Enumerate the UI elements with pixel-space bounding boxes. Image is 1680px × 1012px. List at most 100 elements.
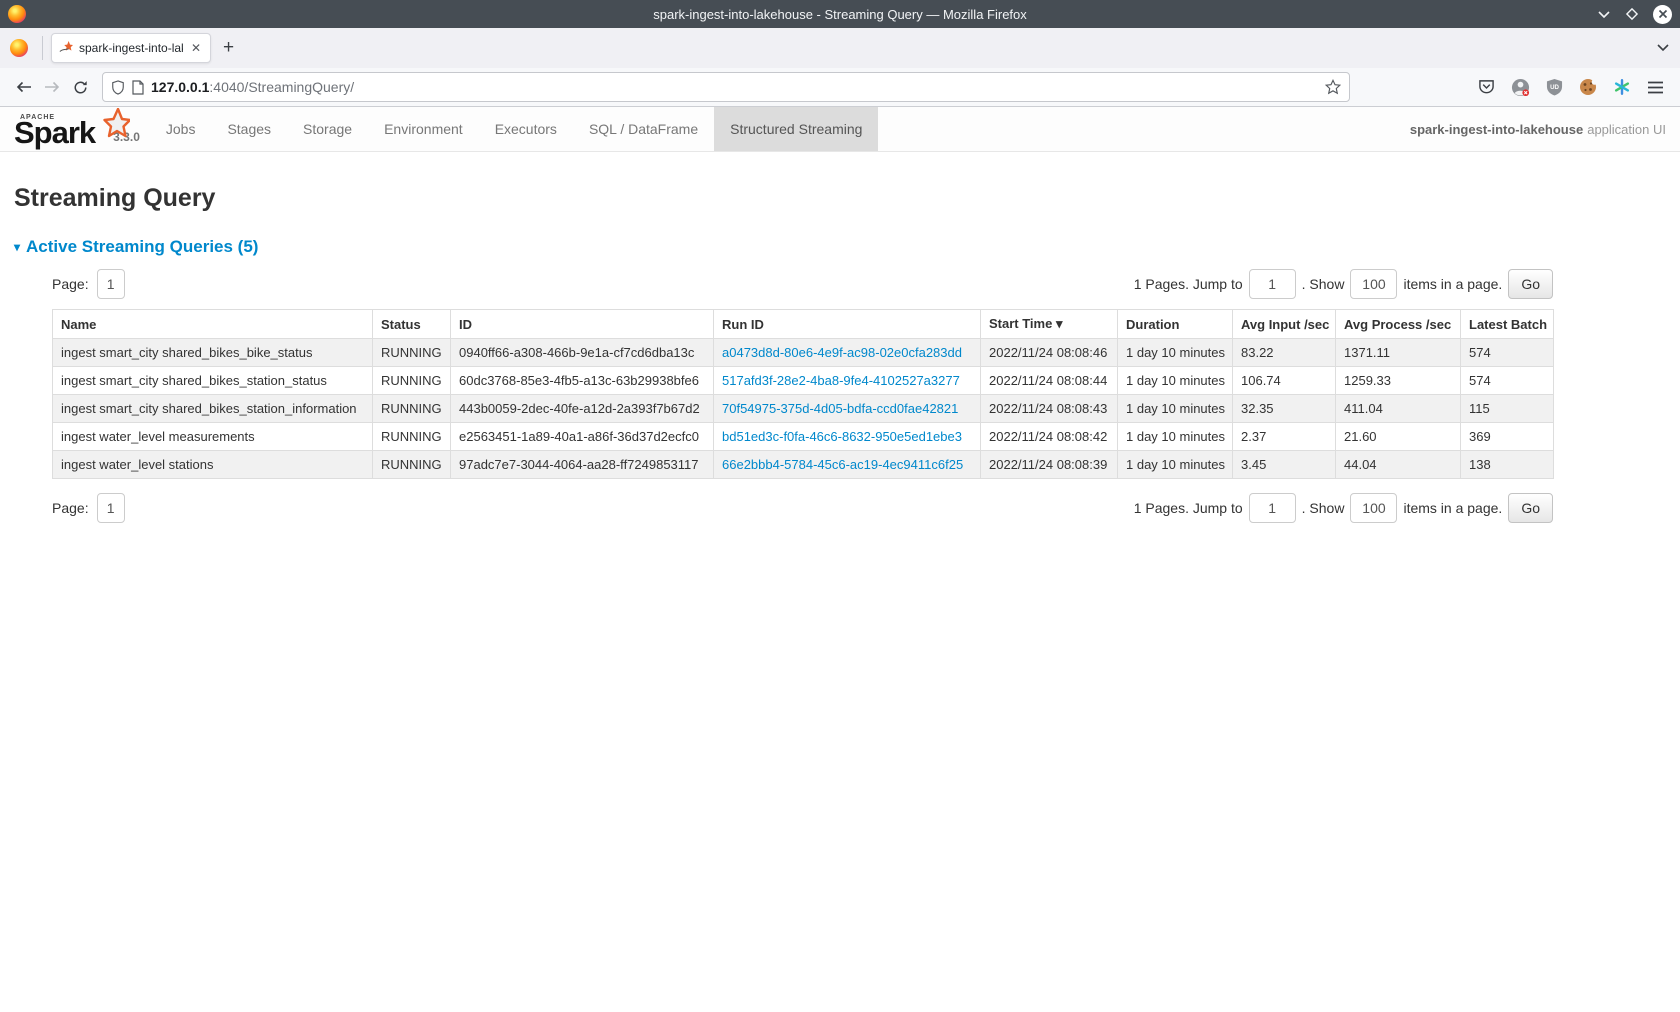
cell-start-time: 2022/11/24 08:08:42 xyxy=(981,423,1118,451)
column-header-status[interactable]: Status xyxy=(373,310,451,339)
tab-title: spark-ingest-into-lakehous xyxy=(79,41,183,55)
list-tabs-icon[interactable] xyxy=(1656,39,1670,57)
bookmark-star-icon[interactable] xyxy=(1325,79,1341,95)
browser-toolbar: 127.0.0.1:4040/StreamingQuery/ UD xyxy=(0,68,1680,107)
jump-to-input[interactable] xyxy=(1249,269,1296,299)
column-header-id[interactable]: ID xyxy=(451,310,714,339)
cell-avg-process: 1371.11 xyxy=(1336,339,1461,367)
cell-run-id: 70f54975-375d-4d05-bdfa-ccd0fae42821 xyxy=(714,395,981,423)
spark-tab-structured-streaming[interactable]: Structured Streaming xyxy=(714,107,878,151)
streaming-query-table: NameStatusIDRun IDStart Time ▾DurationAv… xyxy=(52,309,1554,479)
forward-icon[interactable] xyxy=(38,73,66,101)
cell-avg-process: 21.60 xyxy=(1336,423,1461,451)
column-header-latest-batch[interactable]: Latest Batch xyxy=(1461,310,1554,339)
tab-close-icon[interactable]: ✕ xyxy=(189,41,203,55)
cell-id: 443b0059-2dec-40fe-a12d-2a393f7b67d2 xyxy=(451,395,714,423)
page-number-input[interactable] xyxy=(97,269,125,299)
new-tab-button[interactable]: + xyxy=(223,37,234,59)
cell-avg-input: 32.35 xyxy=(1233,395,1336,423)
table-row: ingest smart_city shared_bikes_bike_stat… xyxy=(53,339,1554,367)
cell-duration: 1 day 10 minutes xyxy=(1118,367,1233,395)
page-size-input[interactable] xyxy=(1350,269,1397,299)
cell-start-time: 2022/11/24 08:08:44 xyxy=(981,367,1118,395)
cell-run-id: a0473d8d-80e6-4e9f-ac98-02e0cfa283dd xyxy=(714,339,981,367)
spark-tab-jobs[interactable]: Jobs xyxy=(150,107,212,151)
asterisk-extension-icon[interactable] xyxy=(1613,78,1631,96)
spark-wordmark: Spark xyxy=(14,119,95,147)
minimize-button[interactable] xyxy=(1597,9,1611,19)
spark-star-icon xyxy=(96,108,130,142)
reload-icon[interactable] xyxy=(66,73,94,101)
go-button[interactable]: Go xyxy=(1508,493,1553,523)
table-row: ingest water_level stationsRUNNING97adc7… xyxy=(53,451,1554,479)
cell-name: ingest water_level measurements xyxy=(53,423,373,451)
browser-tab-active[interactable]: spark-ingest-into-lakehous ✕ xyxy=(51,33,211,63)
cell-avg-input: 106.74 xyxy=(1233,367,1336,395)
table-header-row: NameStatusIDRun IDStart Time ▾DurationAv… xyxy=(53,310,1554,339)
cell-start-time: 2022/11/24 08:08:43 xyxy=(981,395,1118,423)
column-header-name[interactable]: Name xyxy=(53,310,373,339)
spark-tab-executors[interactable]: Executors xyxy=(479,107,573,151)
column-header-avg-process[interactable]: Avg Process /sec xyxy=(1336,310,1461,339)
cell-status: RUNNING xyxy=(373,423,451,451)
column-header-start-time[interactable]: Start Time ▾ xyxy=(981,310,1118,339)
active-queries-toggle[interactable]: ▾ Active Streaming Queries (5) xyxy=(14,237,1666,257)
url-path: :4040/StreamingQuery/ xyxy=(209,79,354,95)
pocket-icon[interactable] xyxy=(1478,79,1495,95)
cell-id: 97adc7e7-3044-4064-aa28-ff7249853117 xyxy=(451,451,714,479)
spark-favicon xyxy=(59,41,73,55)
cell-duration: 1 day 10 minutes xyxy=(1118,451,1233,479)
run-id-link[interactable]: 66e2bbb4-5784-45c6-ac19-4ec9411c6f25 xyxy=(722,457,963,472)
run-id-link[interactable]: a0473d8d-80e6-4e9f-ac98-02e0cfa283dd xyxy=(722,345,962,360)
firefox-view-icon[interactable] xyxy=(10,39,28,57)
spark-tab-environment[interactable]: Environment xyxy=(368,107,479,151)
column-header-run-id[interactable]: Run ID xyxy=(714,310,981,339)
run-id-link[interactable]: 517afd3f-28e2-4ba8-9fe4-4102527a3277 xyxy=(722,373,960,388)
run-id-link[interactable]: 70f54975-375d-4d05-bdfa-ccd0fae42821 xyxy=(722,401,958,416)
cell-id: e2563451-1a89-40a1-a86f-36d37d2ecfc0 xyxy=(451,423,714,451)
spark-header: APACHE Spark 3.3.0 JobsStagesStorageEnvi… xyxy=(0,107,1680,152)
privacy-extension-icon[interactable] xyxy=(1511,78,1530,97)
pages-jump-text: 1 Pages. Jump to xyxy=(1134,276,1243,292)
svg-text:UD: UD xyxy=(1550,84,1559,91)
collapse-arrow-icon: ▾ xyxy=(14,240,20,254)
app-ui-suffix: application UI xyxy=(1587,122,1666,137)
table-row: ingest smart_city shared_bikes_station_i… xyxy=(53,395,1554,423)
items-text: items in a page. xyxy=(1403,500,1502,516)
column-header-duration[interactable]: Duration xyxy=(1118,310,1233,339)
cell-run-id: 517afd3f-28e2-4ba8-9fe4-4102527a3277 xyxy=(714,367,981,395)
window-title: spark-ingest-into-lakehouse - Streaming … xyxy=(0,7,1680,22)
page-size-input[interactable] xyxy=(1350,493,1397,523)
cell-id: 0940ff66-a308-466b-9e1a-cf7cd6dba13c xyxy=(451,339,714,367)
url-bar[interactable]: 127.0.0.1:4040/StreamingQuery/ xyxy=(102,72,1350,102)
jump-to-input[interactable] xyxy=(1249,493,1296,523)
page-title: Streaming Query xyxy=(14,184,1666,213)
cell-avg-input: 83.22 xyxy=(1233,339,1336,367)
close-button[interactable] xyxy=(1653,5,1672,24)
spark-tab-stages[interactable]: Stages xyxy=(211,107,287,151)
cell-duration: 1 day 10 minutes xyxy=(1118,339,1233,367)
url-host: 127.0.0.1 xyxy=(151,79,209,95)
spark-tab-storage[interactable]: Storage xyxy=(287,107,368,151)
page-info-icon[interactable] xyxy=(132,80,144,95)
column-header-avg-input[interactable]: Avg Input /sec xyxy=(1233,310,1336,339)
cell-latest-batch: 369 xyxy=(1461,423,1554,451)
spark-tab-sql-dataframe[interactable]: SQL / DataFrame xyxy=(573,107,714,151)
maximize-button[interactable] xyxy=(1625,7,1639,21)
items-text: items in a page. xyxy=(1403,276,1502,292)
cell-status: RUNNING xyxy=(373,339,451,367)
app-name: spark-ingest-into-lakehouse xyxy=(1410,122,1583,137)
url-text[interactable]: 127.0.0.1:4040/StreamingQuery/ xyxy=(151,79,1318,95)
back-icon[interactable] xyxy=(10,73,38,101)
menu-hamburger-icon[interactable] xyxy=(1647,81,1664,94)
query-table-body: ingest smart_city shared_bikes_bike_stat… xyxy=(53,339,1554,479)
run-id-link[interactable]: bd51ed3c-f0fa-46c6-8632-950e5ed1ebe3 xyxy=(722,429,962,444)
cell-run-id: bd51ed3c-f0fa-46c6-8632-950e5ed1ebe3 xyxy=(714,423,981,451)
ublock-shield-icon[interactable]: UD xyxy=(1546,78,1563,96)
cell-avg-process: 1259.33 xyxy=(1336,367,1461,395)
go-button[interactable]: Go xyxy=(1508,269,1553,299)
cell-start-time: 2022/11/24 08:08:46 xyxy=(981,339,1118,367)
page-number-input[interactable] xyxy=(97,493,125,523)
cookie-icon[interactable] xyxy=(1579,78,1597,96)
shield-icon[interactable] xyxy=(111,80,125,95)
